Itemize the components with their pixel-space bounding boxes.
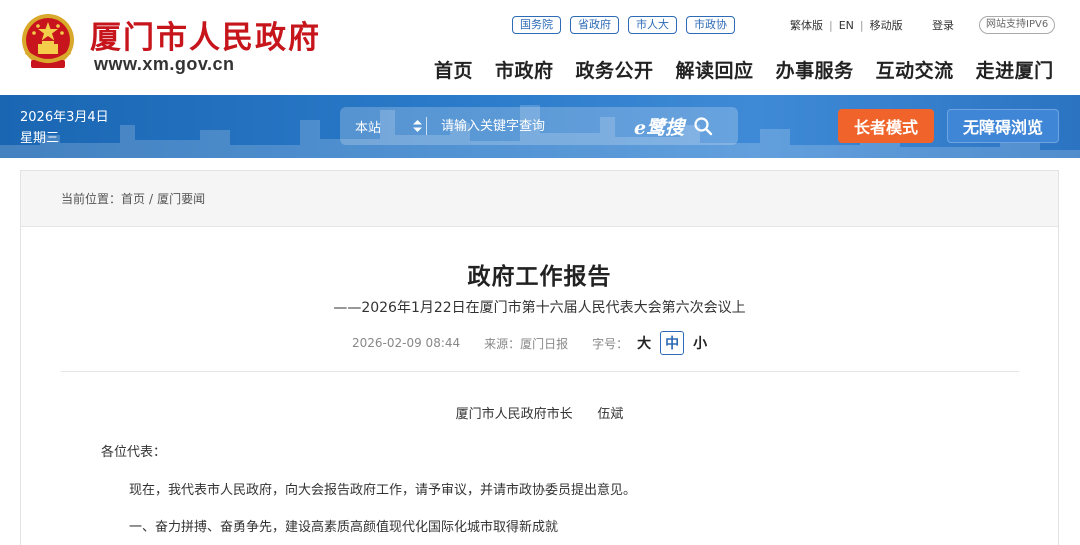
- search-icon[interactable]: [690, 113, 716, 139]
- traditional-chinese-link[interactable]: 繁体版: [790, 17, 823, 33]
- utility-links: 繁体版 | EN | 移动版: [790, 17, 903, 33]
- updown-arrows-icon: [413, 120, 423, 132]
- quick-link-npc[interactable]: 市人大: [628, 16, 677, 34]
- article-title: 政府工作报告: [467, 264, 612, 290]
- nav-item-government[interactable]: 市政府: [495, 56, 554, 83]
- national-emblem-icon[interactable]: [18, 12, 78, 74]
- breadcrumb-home[interactable]: 首页: [121, 190, 145, 207]
- quick-link-state-council[interactable]: 国务院: [512, 16, 561, 34]
- site-search: 本站 e鹭搜: [340, 107, 738, 145]
- article-card: 当前位置： 首页 / 厦门要闻 政府工作报告 ——2026年1月22日在厦门市第…: [20, 170, 1059, 545]
- meta-divider: [61, 371, 1019, 372]
- search-scope-label: 本站: [355, 120, 382, 136]
- font-size-medium-button[interactable]: 中: [660, 331, 685, 355]
- breadcrumb-current[interactable]: 厦门要闻: [157, 190, 205, 207]
- search-bar-banner: 2026年3月4日 星期三 本站 e鹭搜 长者模式 无障碍浏览: [0, 95, 1080, 158]
- breadcrumb-separator: /: [149, 191, 154, 206]
- breadcrumb: 当前位置： 首页 / 厦门要闻: [21, 171, 1058, 227]
- english-link[interactable]: EN: [839, 19, 854, 32]
- article-author: 厦门市人民政府市长 伍斌: [455, 407, 624, 422]
- nav-item-about-xiamen[interactable]: 走进厦门: [976, 56, 1054, 83]
- search-scope-select[interactable]: 本站: [340, 107, 426, 145]
- nav-item-interpretation[interactable]: 解读回应: [676, 56, 754, 83]
- site-header: 厦门市人民政府 www.xm.gov.cn 国务院 省政府 市人大 市政协 繁体…: [0, 0, 1080, 95]
- utility-separator: |: [829, 18, 833, 32]
- login-link[interactable]: 登录: [932, 17, 954, 33]
- quick-link-province[interactable]: 省政府: [570, 16, 619, 34]
- current-date: 2026年3月4日 星期三: [20, 107, 109, 149]
- nav-item-interaction[interactable]: 互动交流: [876, 56, 954, 83]
- site-title: 厦门市人民政府: [90, 20, 321, 56]
- font-size-small-button[interactable]: 小: [688, 331, 712, 355]
- search-input[interactable]: [427, 107, 632, 145]
- article-subtitle: ——2026年1月22日在厦门市第十六届人民代表大会第六次会议上: [333, 300, 746, 316]
- site-url: www.xm.gov.cn: [94, 54, 235, 74]
- elder-mode-button[interactable]: 长者模式: [838, 109, 934, 143]
- accessibility-button[interactable]: 无障碍浏览: [947, 109, 1059, 143]
- nav-item-open-affairs[interactable]: 政务公开: [576, 56, 654, 83]
- utility-separator: |: [859, 18, 864, 32]
- article-paragraph: 一、奋力拼搏、奋勇争先，建设高素质高颜值现代化国际化城市取得新成就: [129, 520, 559, 535]
- publish-date: 2026-02-09 08:44: [352, 336, 461, 350]
- main-nav: 首页 市政府 政务公开 解读回应 办事服务 互动交流 走进厦门: [434, 56, 1054, 83]
- article-salutation: 各位代表：: [101, 445, 167, 460]
- gov-quick-links: 国务院 省政府 市人大 市政协: [512, 16, 735, 34]
- article-paragraph: 现在，我代表市人民政府，向大会报告政府工作，请予审议，并请市政协委员提出意见。: [129, 483, 637, 498]
- search-brand-logo: e鹭搜: [634, 116, 685, 139]
- quick-link-cppcc[interactable]: 市政协: [686, 16, 735, 34]
- article-source: 来源：厦门日报: [484, 336, 569, 351]
- nav-item-services[interactable]: 办事服务: [776, 56, 854, 83]
- font-size-large-button[interactable]: 大: [632, 331, 656, 355]
- article-meta: 2026-02-09 08:44 来源：厦门日报 字号： 大 中 小: [352, 331, 712, 355]
- font-size-label: 字号：: [592, 336, 629, 351]
- mobile-version-link[interactable]: 移动版: [870, 17, 903, 33]
- weekday-text: 星期三: [20, 131, 60, 146]
- nav-item-home[interactable]: 首页: [434, 56, 473, 83]
- breadcrumb-prefix: 当前位置：: [61, 192, 122, 206]
- ipv6-badge: 网站支持IPV6: [979, 16, 1056, 34]
- date-text: 2026年3月4日: [20, 110, 109, 125]
